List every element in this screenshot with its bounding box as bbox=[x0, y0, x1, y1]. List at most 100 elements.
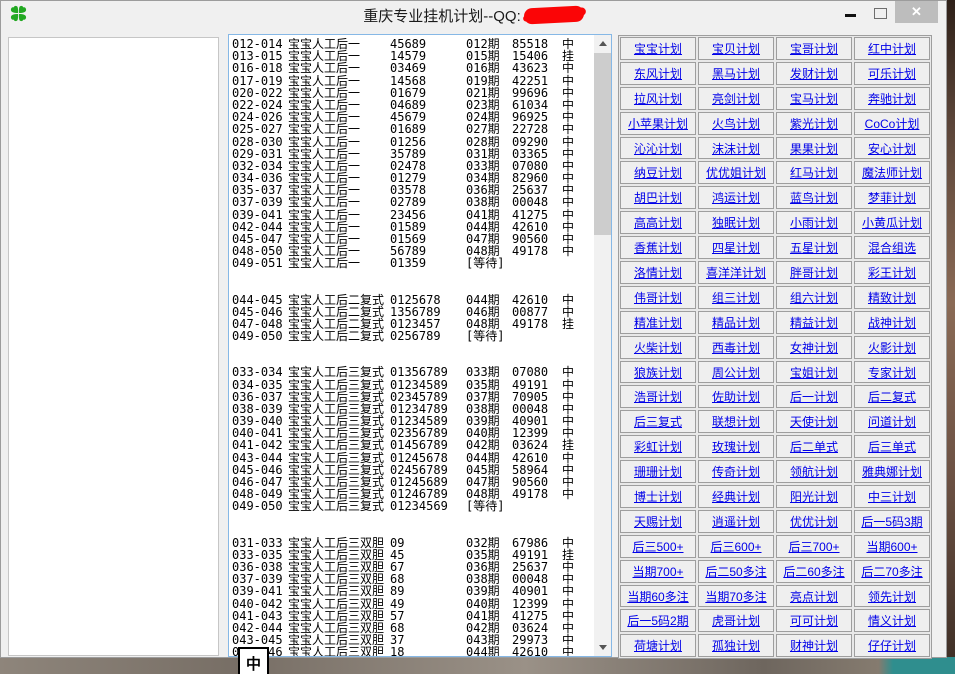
plan-link[interactable]: 逍遥计划 bbox=[712, 513, 760, 530]
plan-link[interactable]: 彩王计划 bbox=[868, 264, 916, 281]
plan-link[interactable]: 高高计划 bbox=[634, 214, 682, 231]
plan-link[interactable]: 沫沫计划 bbox=[712, 140, 760, 157]
plan-link[interactable]: 后二单式 bbox=[790, 438, 838, 455]
plan-link[interactable]: 西毒计划 bbox=[712, 339, 760, 356]
plan-link[interactable]: 女神计划 bbox=[790, 339, 838, 356]
plan-link[interactable]: 亮剑计划 bbox=[712, 90, 760, 107]
plan-link[interactable]: 东风计划 bbox=[634, 65, 682, 82]
plan-link[interactable]: 五星计划 bbox=[790, 239, 838, 256]
plan-link[interactable]: 胖哥计划 bbox=[790, 264, 838, 281]
plan-link[interactable]: 红马计划 bbox=[790, 164, 838, 181]
plan-link[interactable]: 后二复式 bbox=[868, 388, 916, 405]
plan-link[interactable]: 安心计划 bbox=[868, 140, 916, 157]
plan-link[interactable]: 果果计划 bbox=[790, 140, 838, 157]
plan-link[interactable]: 奔驰计划 bbox=[868, 90, 916, 107]
plan-link[interactable]: 组六计划 bbox=[790, 289, 838, 306]
close-button[interactable]: ✕ bbox=[895, 1, 938, 23]
plan-link[interactable]: 亮点计划 bbox=[790, 588, 838, 605]
plan-link[interactable]: 天使计划 bbox=[790, 413, 838, 430]
plan-link[interactable]: 宝姐计划 bbox=[790, 364, 838, 381]
plan-link[interactable]: 专家计划 bbox=[868, 364, 916, 381]
plan-link[interactable]: 后三600+ bbox=[710, 538, 761, 555]
plan-link[interactable]: 精益计划 bbox=[790, 314, 838, 331]
plan-link[interactable]: 后二50多注 bbox=[705, 563, 766, 580]
plan-link[interactable]: CoCo计划 bbox=[865, 115, 920, 132]
plan-link[interactable]: 孤独计划 bbox=[712, 637, 760, 654]
plan-link[interactable]: 魔法师计划 bbox=[862, 164, 922, 181]
plan-link[interactable]: 小苹果计划 bbox=[628, 115, 688, 132]
plan-link[interactable]: 传奇计划 bbox=[712, 463, 760, 480]
plan-link[interactable]: 问道计划 bbox=[868, 413, 916, 430]
plan-link[interactable]: 火柴计划 bbox=[634, 339, 682, 356]
plan-link[interactable]: 独眠计划 bbox=[712, 214, 760, 231]
plan-link[interactable]: 红中计划 bbox=[868, 40, 916, 57]
plan-link[interactable]: 四星计划 bbox=[712, 239, 760, 256]
plan-link[interactable]: 情义计划 bbox=[868, 612, 916, 629]
plan-link[interactable]: 浩哥计划 bbox=[634, 388, 682, 405]
plan-link[interactable]: 精致计划 bbox=[868, 289, 916, 306]
plan-link[interactable]: 蓝鸟计划 bbox=[790, 189, 838, 206]
plan-link[interactable]: 喜洋洋计划 bbox=[706, 264, 766, 281]
plan-link[interactable]: 火鸟计划 bbox=[712, 115, 760, 132]
plan-link[interactable]: 经典计划 bbox=[712, 488, 760, 505]
plan-link[interactable]: 后一5码3期 bbox=[861, 513, 922, 530]
plan-link[interactable]: 组三计划 bbox=[712, 289, 760, 306]
plan-link[interactable]: 后一计划 bbox=[790, 388, 838, 405]
plan-link[interactable]: 当期600+ bbox=[866, 538, 917, 555]
plan-link[interactable]: 优优姐计划 bbox=[706, 164, 766, 181]
plan-link[interactable]: 当期60多注 bbox=[627, 588, 688, 605]
plan-link[interactable]: 优优计划 bbox=[790, 513, 838, 530]
plan-link[interactable]: 中三计划 bbox=[868, 488, 916, 505]
plan-link[interactable]: 当期70多注 bbox=[705, 588, 766, 605]
plan-log-textarea[interactable]: 012-014宝宝人工后一45689012期85518中013-015宝宝人工后… bbox=[228, 34, 612, 657]
plan-link[interactable]: 玫瑰计划 bbox=[712, 438, 760, 455]
plan-link[interactable]: 宝哥计划 bbox=[790, 40, 838, 57]
plan-link[interactable]: 后三500+ bbox=[632, 538, 683, 555]
plan-link[interactable]: 纳豆计划 bbox=[634, 164, 682, 181]
plan-link[interactable]: 财神计划 bbox=[790, 637, 838, 654]
scrollbar-thumb[interactable] bbox=[594, 53, 611, 235]
log-scrollbar[interactable] bbox=[594, 35, 611, 656]
plan-link[interactable]: 香蕉计划 bbox=[634, 239, 682, 256]
plan-link[interactable]: 后三700+ bbox=[788, 538, 839, 555]
scroll-down-button[interactable] bbox=[594, 639, 611, 656]
plan-link[interactable]: 鸿运计划 bbox=[712, 189, 760, 206]
plan-link[interactable]: 珊珊计划 bbox=[634, 463, 682, 480]
plan-link[interactable]: 当期700+ bbox=[632, 563, 683, 580]
plan-link[interactable]: 可乐计划 bbox=[868, 65, 916, 82]
minimize-button[interactable] bbox=[835, 1, 865, 23]
plan-link[interactable]: 后二70多注 bbox=[861, 563, 922, 580]
maximize-button[interactable] bbox=[865, 1, 895, 23]
plan-link[interactable]: 可可计划 bbox=[790, 612, 838, 629]
plan-link[interactable]: 周公计划 bbox=[712, 364, 760, 381]
plan-link[interactable]: 洛情计划 bbox=[634, 264, 682, 281]
plan-link[interactable]: 领先计划 bbox=[868, 588, 916, 605]
plan-link[interactable]: 博士计划 bbox=[634, 488, 682, 505]
plan-link[interactable]: 后三单式 bbox=[868, 438, 916, 455]
plan-link[interactable]: 彩虹计划 bbox=[634, 438, 682, 455]
plan-link[interactable]: 狼族计划 bbox=[634, 364, 682, 381]
plan-link[interactable]: 后三复式 bbox=[634, 413, 682, 430]
plan-link[interactable]: 宝马计划 bbox=[790, 90, 838, 107]
plan-link[interactable]: 虎哥计划 bbox=[712, 612, 760, 629]
plan-link[interactable]: 伟哥计划 bbox=[634, 289, 682, 306]
plan-link[interactable]: 宝贝计划 bbox=[712, 40, 760, 57]
scroll-up-button[interactable] bbox=[594, 35, 611, 52]
plan-link[interactable]: 雅典娜计划 bbox=[862, 463, 922, 480]
plan-link[interactable]: 天赐计划 bbox=[634, 513, 682, 530]
plan-link[interactable]: 战神计划 bbox=[868, 314, 916, 331]
titlebar[interactable]: 重庆专业挂机计划--QQ: ✕ bbox=[1, 1, 946, 29]
plan-link[interactable]: 沁沁计划 bbox=[634, 140, 682, 157]
plan-link[interactable]: 后二60多注 bbox=[783, 563, 844, 580]
plan-link[interactable]: 领航计划 bbox=[790, 463, 838, 480]
plan-link[interactable]: 阳光计划 bbox=[790, 488, 838, 505]
plan-link[interactable]: 后一5码2期 bbox=[627, 612, 688, 629]
plan-link[interactable]: 火影计划 bbox=[868, 339, 916, 356]
plan-link[interactable]: 精品计划 bbox=[712, 314, 760, 331]
plan-link[interactable]: 小雨计划 bbox=[790, 214, 838, 231]
plan-link[interactable]: 荷塘计划 bbox=[634, 637, 682, 654]
plan-link[interactable]: 仔仔计划 bbox=[868, 637, 916, 654]
plan-link[interactable]: 黑马计划 bbox=[712, 65, 760, 82]
plan-link[interactable]: 拉风计划 bbox=[634, 90, 682, 107]
plan-link[interactable]: 佐助计划 bbox=[712, 388, 760, 405]
